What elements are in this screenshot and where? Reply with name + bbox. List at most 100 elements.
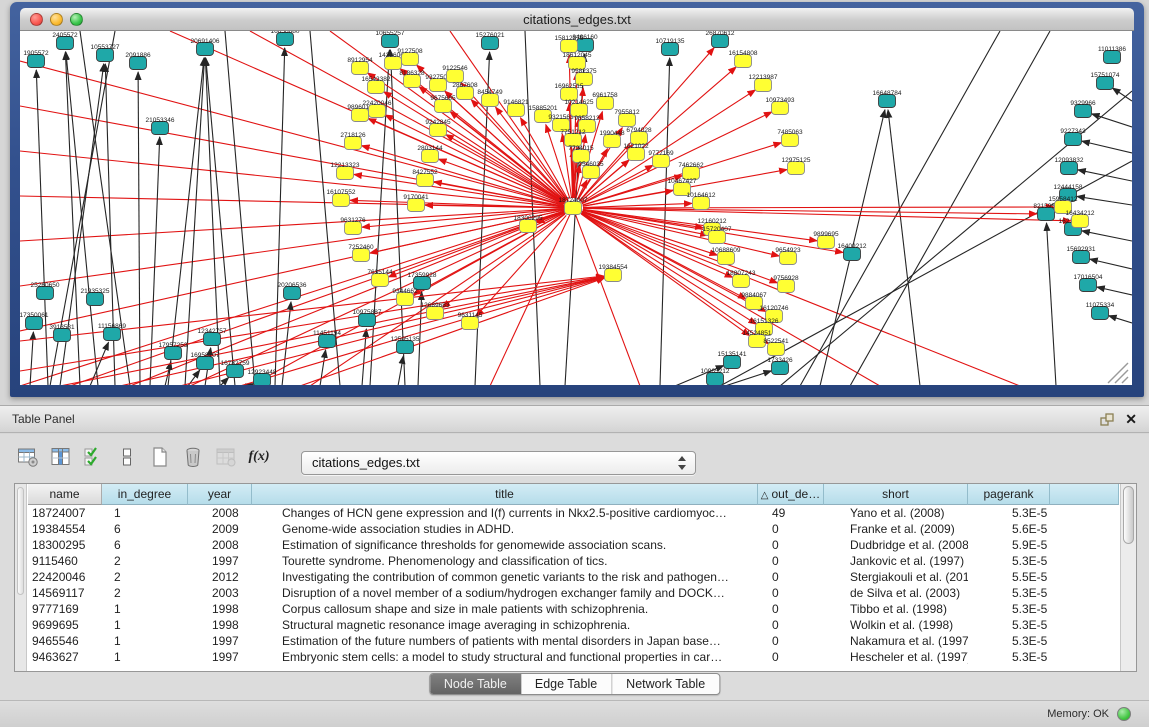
- graph-node[interactable]: 20206536: [278, 282, 307, 300]
- select-all-checks-icon[interactable]: [82, 445, 106, 469]
- graph-node[interactable]: 11451194: [313, 330, 341, 348]
- graph-node[interactable]: 18612045: [563, 52, 592, 70]
- graph-node[interactable]: 16648784: [873, 90, 902, 108]
- graph-node[interactable]: 16650080: [271, 31, 300, 46]
- graph-node[interactable]: 16409212: [838, 243, 867, 261]
- function-builder-icon[interactable]: f(x): [247, 445, 271, 469]
- graph-node[interactable]: 10655257: [376, 31, 405, 48]
- graph-node[interactable]: 11011386: [1098, 46, 1126, 64]
- column-header-pagerank[interactable]: pagerank: [968, 484, 1050, 505]
- graph-node[interactable]: 9899695: [813, 231, 839, 249]
- graph-node[interactable]: 26870612: [706, 31, 735, 48]
- column-visibility-icon[interactable]: [49, 445, 73, 469]
- graph-node[interactable]: 3913531: [49, 324, 75, 342]
- graph-node[interactable]: 7955812: [614, 109, 640, 127]
- column-header-name[interactable]: name: [28, 484, 102, 505]
- table-row[interactable]: 2242004622012Investigating the contribut…: [28, 569, 1119, 585]
- graph-node[interactable]: 2091886: [125, 52, 151, 70]
- vertical-scrollbar[interactable]: [1120, 484, 1136, 671]
- network-window[interactable]: citations_edges.txt 24055721055372720691…: [10, 2, 1144, 397]
- table-settings-icon[interactable]: [16, 445, 40, 469]
- graph-node[interactable]: 10553727: [91, 44, 120, 62]
- graph-node[interactable]: 25260650: [31, 282, 60, 300]
- delete-column-icon[interactable]: [181, 445, 205, 469]
- graph-node[interactable]: 7485063: [777, 129, 803, 147]
- table-selector-dropdown[interactable]: citations_edges.txt: [301, 451, 696, 475]
- graph-node[interactable]: 12093832: [1055, 157, 1084, 175]
- graph-node[interactable]: 9546035: [578, 161, 604, 179]
- graph-node[interactable]: 17359928: [408, 272, 437, 290]
- new-column-icon[interactable]: [148, 445, 172, 469]
- tab-network-table[interactable]: Network Table: [611, 674, 719, 694]
- graph-node[interactable]: 10688609: [712, 247, 741, 265]
- graph-node[interactable]: 21053346: [146, 117, 175, 135]
- graph-node[interactable]: 1733426: [767, 357, 793, 375]
- graph-node[interactable]: 9631276: [340, 217, 366, 235]
- graph-node[interactable]: 15276021: [476, 32, 505, 50]
- graph-node[interactable]: 8454749: [477, 89, 503, 107]
- scrollbar-thumb[interactable]: [1123, 486, 1134, 544]
- clear-selection-icon[interactable]: [115, 445, 139, 469]
- table-row[interactable]: 911546021997Tourette syndrome. Phenomeno…: [28, 553, 1119, 569]
- table-row[interactable]: 1872400712008Changes of HCN gene express…: [28, 505, 1119, 521]
- graph-node[interactable]: 10719135: [656, 38, 685, 56]
- table-row[interactable]: 977716911998Corpus callosum shape and si…: [28, 601, 1119, 617]
- graph-node[interactable]: 1905572: [23, 50, 49, 68]
- tab-node-table[interactable]: Node Table: [430, 674, 521, 694]
- graph-node[interactable]: 9756928: [773, 275, 799, 293]
- graph-node[interactable]: 9631145: [458, 312, 483, 330]
- graph-node[interactable]: 9242845: [425, 119, 451, 137]
- column-header-out_de[interactable]: △out_de…: [758, 484, 824, 505]
- graph-node[interactable]: 9227343: [1060, 128, 1086, 146]
- network-graph[interactable]: 2405572105537272069140616650080106552571…: [20, 31, 1132, 385]
- graph-node[interactable]: 10164612: [687, 192, 716, 210]
- graph-node[interactable]: 16958107: [191, 352, 220, 370]
- graph-node[interactable]: 12213323: [331, 162, 360, 180]
- table-row[interactable]: 1456911722003Disruption of a novel membe…: [28, 585, 1119, 601]
- graph-node[interactable]: 10973493: [766, 97, 795, 115]
- graph-node[interactable]: 1990448: [599, 130, 625, 148]
- graph-node[interactable]: 9654923: [775, 247, 801, 265]
- canvas-resize-grip[interactable]: [1108, 363, 1128, 383]
- graph-node[interactable]: 7751212: [560, 129, 586, 147]
- graph-node[interactable]: 9122546: [442, 65, 468, 83]
- graph-node[interactable]: 16962515: [555, 83, 584, 101]
- graph-node[interactable]: 7462662: [678, 162, 704, 180]
- graph-node[interactable]: 21935325: [81, 288, 110, 306]
- graph-node[interactable]: 9146821: [503, 99, 529, 117]
- graph-node[interactable]: 8912954: [347, 57, 373, 75]
- window-titlebar[interactable]: citations_edges.txt: [20, 8, 1134, 31]
- graph-node[interactable]: 9675685: [430, 95, 456, 113]
- table-row[interactable]: 969969511998Structural magnetic resonanc…: [28, 617, 1119, 633]
- graph-node[interactable]: 12975125: [782, 157, 811, 175]
- graph-node[interactable]: 11075334: [1086, 302, 1115, 320]
- graph-node[interactable]: 6961758: [592, 92, 618, 110]
- column-header-title[interactable]: title: [252, 484, 758, 505]
- graph-node[interactable]: 16107552: [327, 189, 356, 207]
- graph-node[interactable]: 17016504: [1074, 274, 1103, 292]
- column-header-year[interactable]: year: [188, 484, 252, 505]
- graph-node[interactable]: 16154808: [729, 50, 758, 68]
- network-canvas[interactable]: 2405572105537272069140616650080106552571…: [20, 31, 1132, 385]
- graph-node[interactable]: 20691406: [191, 38, 220, 56]
- tab-edge-table[interactable]: Edge Table: [521, 674, 611, 694]
- column-header-short[interactable]: short: [824, 484, 968, 505]
- graph-node[interactable]: 15692931: [1067, 246, 1096, 264]
- graph-node[interactable]: 10975887: [353, 309, 382, 327]
- table-row[interactable]: 1830029562008Estimation of significance …: [28, 537, 1119, 553]
- column-header-in_degree[interactable]: in_degree: [102, 484, 188, 505]
- graph-node[interactable]: 8427552: [412, 169, 438, 187]
- close-panel-icon[interactable]: ✕: [1125, 406, 1137, 433]
- graph-node[interactable]: 9127508: [397, 48, 423, 66]
- table-row[interactable]: 946362711997Embryonic stem cells: a mode…: [28, 649, 1119, 665]
- table-row[interactable]: 946554611997Estimation of the future num…: [28, 633, 1119, 649]
- graph-node[interactable]: 15751074: [1091, 72, 1120, 90]
- graph-node[interactable]: 7724015: [568, 145, 594, 163]
- graph-node[interactable]: 6794028: [626, 127, 652, 145]
- graph-node[interactable]: 1621022: [623, 143, 649, 161]
- graph-node[interactable]: 12213987: [749, 74, 778, 92]
- graph-node[interactable]: 8522541: [763, 338, 789, 356]
- graph-node[interactable]: 2718126: [340, 132, 366, 150]
- graph-node[interactable]: 9777169: [648, 150, 674, 168]
- float-panel-icon[interactable]: [1099, 412, 1115, 428]
